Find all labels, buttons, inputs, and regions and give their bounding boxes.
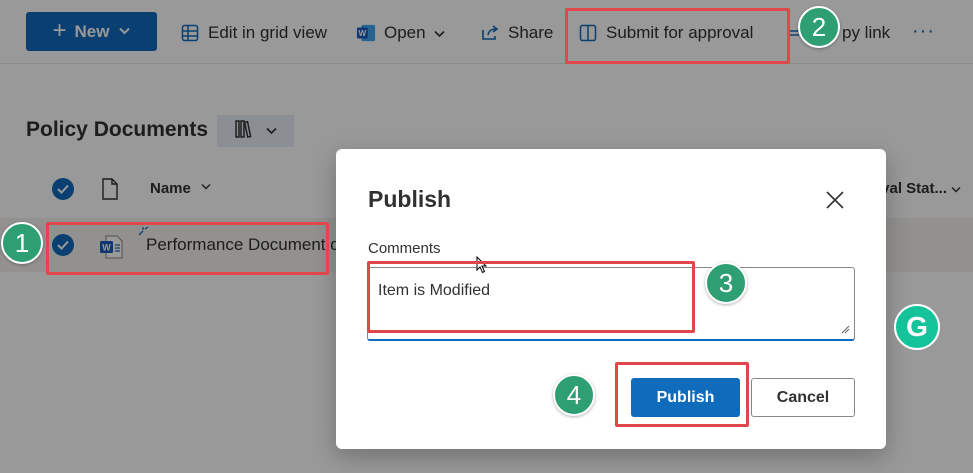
step-badge-3: 3 — [705, 262, 747, 304]
grammarly-icon[interactable]: G — [894, 304, 940, 350]
dialog-title: Publish — [368, 186, 452, 212]
step-badge-2: 2 — [798, 6, 840, 48]
highlight-box-publish — [615, 362, 749, 427]
highlight-box-row — [46, 222, 329, 275]
step-badge-4: 4 — [553, 374, 595, 416]
resize-grip-icon[interactable] — [840, 321, 850, 339]
highlight-box-comments — [367, 261, 695, 333]
cancel-button[interactable]: Cancel — [751, 378, 855, 417]
comments-label: Comments — [368, 240, 441, 257]
close-icon[interactable] — [824, 189, 846, 211]
step-badge-1: 1 — [1, 222, 43, 264]
highlight-box-submit — [565, 8, 790, 64]
